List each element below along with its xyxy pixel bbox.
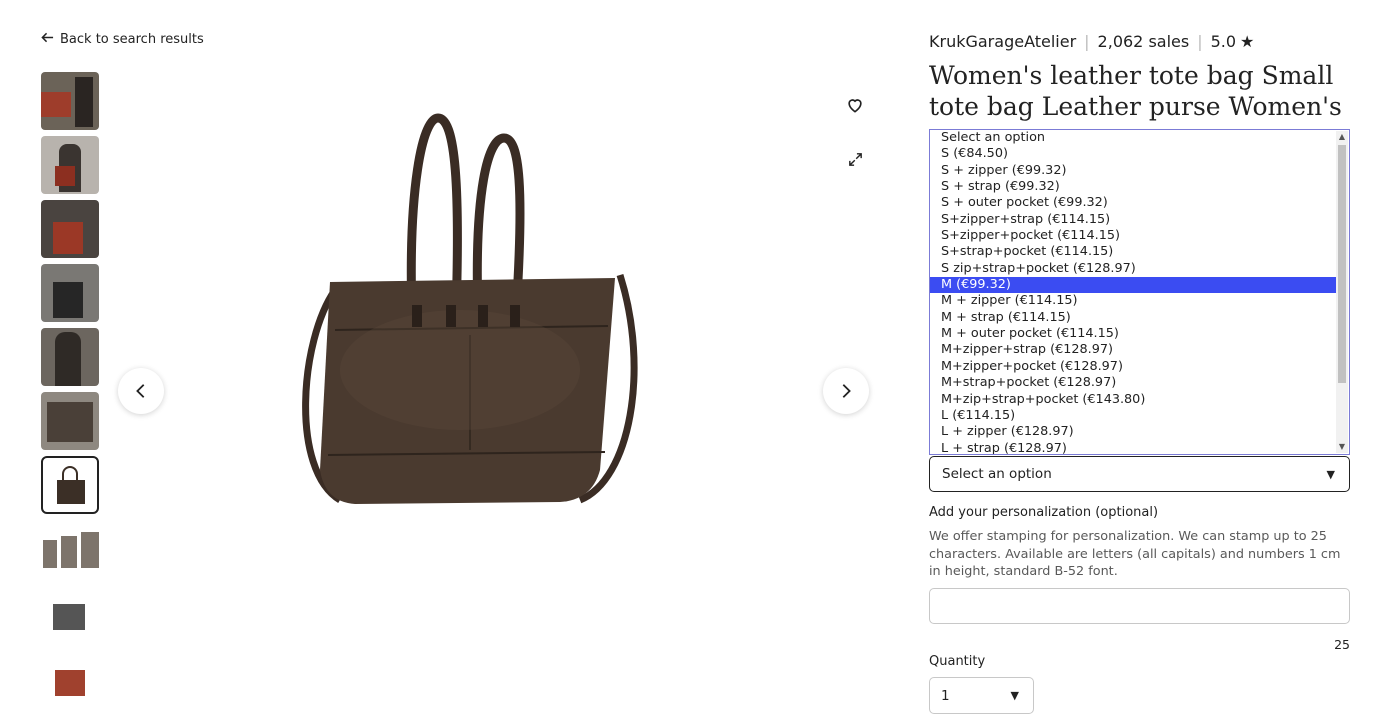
main-product-image	[160, 70, 840, 630]
next-image-button[interactable]	[823, 368, 869, 414]
thumbnail-7[interactable]	[41, 456, 99, 514]
tote-bag-image	[302, 113, 638, 504]
thumbnail-4[interactable]	[41, 264, 99, 322]
variant-option[interactable]: S zip+strap+pocket (€128.97)	[930, 261, 1336, 277]
variant-option[interactable]: S + strap (€99.32)	[930, 179, 1336, 195]
variant-option[interactable]: M + outer pocket (€114.15)	[930, 326, 1336, 342]
shop-name[interactable]: KrukGarageAtelier	[929, 32, 1076, 51]
thumbnail-9[interactable]	[41, 584, 99, 642]
variant-option[interactable]: S+strap+pocket (€114.15)	[930, 244, 1336, 260]
expand-image-button[interactable]	[843, 147, 867, 171]
divider: |	[1197, 31, 1203, 51]
personalization-description: We offer stamping for personalization. W…	[929, 529, 1341, 580]
scroll-up-icon[interactable]: ▲	[1336, 131, 1348, 143]
scrollbar-thumb[interactable]	[1338, 145, 1346, 383]
thumbnail-6[interactable]	[41, 392, 99, 450]
chevron-left-icon	[136, 384, 145, 398]
variant-option[interactable]: M+zipper+strap (€128.97)	[930, 342, 1336, 358]
variant-option[interactable]: L + zipper (€128.97)	[930, 424, 1336, 440]
chevron-right-icon	[842, 384, 851, 398]
arrow-left-icon	[41, 31, 54, 48]
product-title: Women's leather tote bag Small tote bag …	[929, 61, 1342, 124]
variant-option[interactable]: S + zipper (€99.32)	[930, 163, 1336, 179]
variant-select[interactable]: Select an option ▼	[929, 456, 1350, 492]
variant-option[interactable]: S+zipper+pocket (€114.15)	[930, 228, 1336, 244]
caret-down-icon: ▼	[1010, 689, 1019, 702]
variant-option[interactable]: M (€99.32)	[930, 277, 1336, 294]
shop-info: KrukGarageAtelier | 2,062 sales | 5.0 ★	[929, 30, 1351, 52]
thumbnail-1[interactable]	[41, 72, 99, 130]
variant-select-value: Select an option	[942, 466, 1052, 482]
thumbnail-3[interactable]	[41, 200, 99, 258]
variant-option[interactable]: M+zipper+pocket (€128.97)	[930, 359, 1336, 375]
personalization-label: Add your personalization (optional)	[929, 505, 1159, 520]
variant-option[interactable]: M+zip+strap+pocket (€143.80)	[930, 392, 1336, 408]
back-link-label: Back to search results	[60, 32, 204, 47]
product-info: KrukGarageAtelier | 2,062 sales | 5.0 ★ …	[929, 30, 1351, 141]
star-icon: ★	[1240, 31, 1255, 51]
previous-image-button[interactable]	[118, 368, 164, 414]
variant-option[interactable]: S+zipper+strap (€114.15)	[930, 212, 1336, 228]
personalization-input[interactable]	[929, 588, 1350, 624]
heart-icon	[848, 99, 862, 113]
variant-option[interactable]: M+strap+pocket (€128.97)	[930, 375, 1336, 391]
scrollbar[interactable]: ▲ ▼	[1336, 131, 1348, 453]
caret-down-icon: ▼	[1326, 468, 1335, 481]
favorite-button[interactable]	[843, 93, 867, 117]
thumbnail-2[interactable]	[41, 136, 99, 194]
back-to-search-link[interactable]: Back to search results	[41, 31, 204, 48]
expand-icon	[848, 152, 862, 166]
divider: |	[1084, 31, 1090, 51]
character-counter: 25	[1334, 637, 1350, 652]
sales-count: 2,062 sales	[1097, 31, 1190, 51]
variant-option[interactable]: S + outer pocket (€99.32)	[930, 195, 1336, 211]
scroll-down-icon[interactable]: ▼	[1336, 441, 1348, 453]
variant-option[interactable]: L + strap (€128.97)	[930, 441, 1336, 454]
variant-option[interactable]: M + strap (€114.15)	[930, 310, 1336, 326]
quantity-select[interactable]: 1 ▼	[929, 677, 1034, 714]
thumbnail-strip	[41, 72, 101, 712]
quantity-value: 1	[941, 687, 950, 704]
variant-options-list[interactable]: Select an option S (€84.50) S + zipper (€9…	[929, 129, 1350, 455]
variant-option[interactable]: Select an option	[930, 130, 1336, 146]
thumbnail-8[interactable]	[41, 520, 99, 578]
quantity-label: Quantity	[929, 654, 986, 669]
thumbnail-5[interactable]	[41, 328, 99, 386]
rating-value: 5.0	[1210, 31, 1237, 51]
variant-option[interactable]: S (€84.50)	[930, 146, 1336, 162]
thumbnail-10[interactable]	[41, 648, 99, 706]
variant-option[interactable]: M + zipper (€114.15)	[930, 293, 1336, 309]
variant-option[interactable]: L (€114.15)	[930, 408, 1336, 424]
